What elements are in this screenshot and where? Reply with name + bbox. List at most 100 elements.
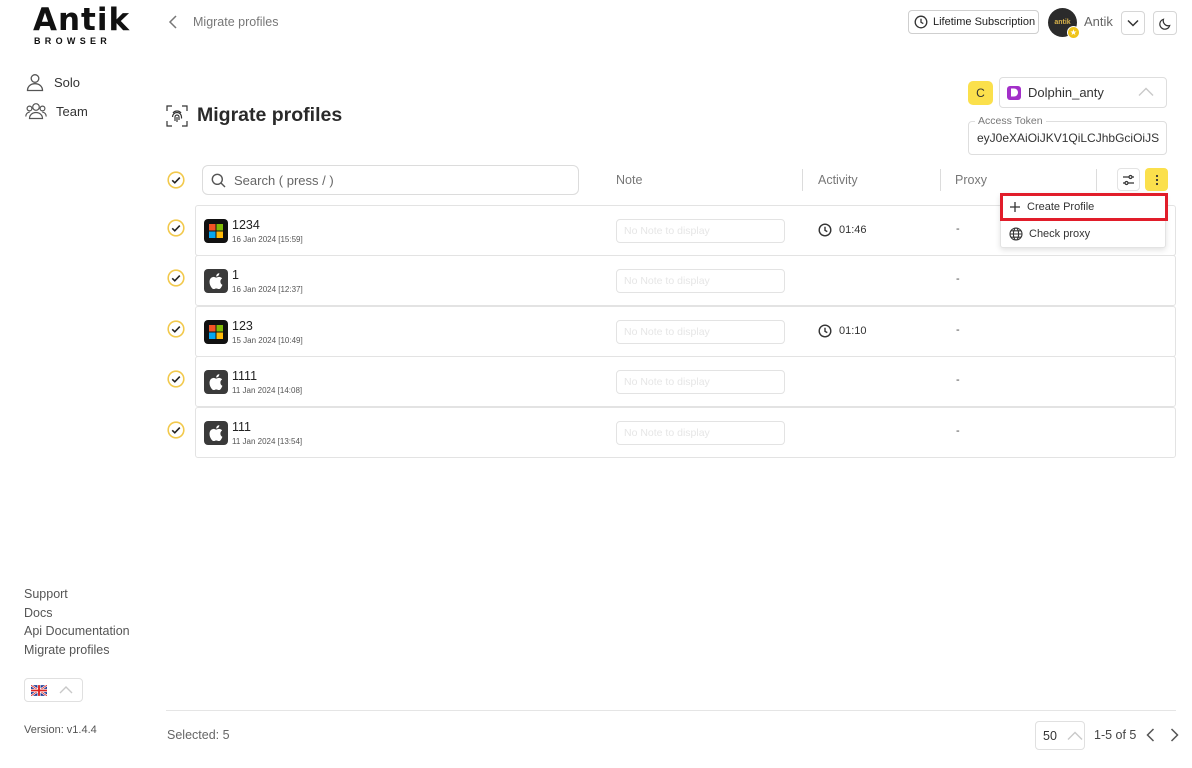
sidebar-item-team[interactable]: Team (25, 100, 88, 122)
crown-badge-icon: ★ (1067, 26, 1080, 39)
activity-cell: 01:46 (818, 223, 867, 237)
note-field[interactable]: No Note to display (616, 320, 785, 344)
docs-link[interactable]: Docs (24, 604, 130, 623)
chevron-left-icon (1145, 728, 1154, 742)
avatar-text: antik (1054, 19, 1071, 26)
access-token-input[interactable] (977, 131, 1161, 145)
dolphin-icon (1007, 85, 1021, 100)
search-icon (211, 173, 226, 187)
support-link[interactable]: Support (24, 585, 130, 604)
api-documentation-link[interactable]: Api Documentation (24, 622, 130, 641)
clock-icon (914, 15, 928, 29)
uk-flag-icon (31, 684, 47, 696)
chevron-left-icon (168, 15, 177, 29)
user-icon (26, 74, 44, 92)
profile-name: 111 (232, 420, 252, 434)
plus-icon (1010, 202, 1020, 212)
table-row[interactable]: 1 16 Jan 2024 [12:37] No Note to display… (195, 255, 1176, 306)
column-header-proxy: Proxy (955, 173, 987, 187)
apple-icon (204, 269, 228, 293)
windows-icon (204, 219, 228, 243)
theme-toggle-button[interactable] (1153, 11, 1177, 35)
sidebar-item-label: Team (56, 103, 88, 119)
back-button[interactable] (165, 13, 181, 31)
row-checkbox[interactable] (167, 269, 185, 287)
avatar[interactable]: antik ★ (1048, 8, 1080, 39)
account-dropdown-button[interactable] (1121, 11, 1145, 35)
proxy-value: - (956, 273, 960, 285)
column-header-activity: Activity (818, 173, 858, 187)
chevron-up-icon (59, 686, 73, 694)
row-checkbox[interactable] (167, 370, 185, 388)
note-field[interactable]: No Note to display (616, 421, 785, 445)
note-field[interactable]: No Note to display (616, 370, 785, 394)
menu-item-label: Check proxy (1029, 228, 1091, 240)
row-checkbox[interactable] (167, 219, 185, 237)
proxy-value: - (956, 324, 960, 336)
activity-cell: 01:10 (818, 324, 867, 338)
previous-page-button[interactable] (1143, 727, 1157, 743)
row-checkbox[interactable] (167, 421, 185, 439)
more-options-menu: Create Profile Check proxy (1000, 193, 1168, 248)
check-proxy-menu-item[interactable]: Check proxy (1001, 221, 1167, 247)
search-input[interactable] (234, 172, 554, 188)
source-select[interactable]: Dolphin_anty (999, 77, 1167, 108)
clock-icon (818, 223, 832, 237)
chevron-up-icon (1067, 731, 1083, 740)
profile-date: 11 Jan 2024 [13:54] (232, 437, 303, 446)
access-token-label: Access Token (975, 115, 1046, 127)
row-checkbox[interactable] (167, 320, 185, 338)
team-icon (25, 103, 47, 120)
note-field[interactable]: No Note to display (616, 219, 785, 243)
proxy-value: - (956, 425, 960, 437)
activity-value: 01:10 (839, 325, 867, 337)
lifetime-subscription-button[interactable]: Lifetime Subscription (908, 10, 1039, 34)
column-header-note: Note (616, 173, 643, 187)
next-page-button[interactable] (1167, 727, 1181, 743)
create-profile-menu-item[interactable]: Create Profile (1000, 193, 1168, 221)
table-row[interactable]: 1111 11 Jan 2024 [14:08] No Note to disp… (195, 356, 1176, 407)
profile-name: 1234 (232, 218, 260, 232)
source-badge[interactable]: C (968, 81, 993, 105)
antik-logo[interactable]: Antik BROWSER (33, 4, 129, 46)
more-options-button[interactable] (1145, 168, 1168, 191)
footer-divider (166, 710, 1176, 711)
column-divider (1096, 169, 1097, 191)
access-token-field[interactable]: Access Token (968, 115, 1167, 155)
profile-name: 123 (232, 319, 253, 333)
pagination-range: 1-5 of 5 (1094, 728, 1137, 742)
proxy-value: - (956, 374, 960, 386)
search-box[interactable] (202, 165, 579, 195)
column-divider (940, 169, 941, 191)
chevron-down-icon (1127, 19, 1139, 27)
profile-name: 1111 (232, 369, 258, 383)
chevron-right-icon (1170, 728, 1179, 742)
sidebar-item-label: Solo (54, 74, 81, 90)
column-divider (802, 169, 803, 191)
globe-icon (1009, 227, 1023, 241)
migrate-profiles-link[interactable]: Migrate profiles (24, 641, 130, 660)
note-field[interactable]: No Note to display (616, 269, 785, 293)
table-row[interactable]: 111 11 Jan 2024 [13:54] No Note to displ… (195, 407, 1176, 458)
sidebar-item-solo[interactable]: Solo (25, 71, 80, 93)
breadcrumb: Migrate profiles (193, 15, 279, 29)
moon-icon (1158, 17, 1171, 30)
table-row[interactable]: 123 15 Jan 2024 [10:49] No Note to displ… (195, 306, 1176, 357)
more-vertical-icon (1155, 174, 1158, 185)
sliders-icon (1123, 174, 1134, 185)
apple-icon (204, 370, 228, 394)
source-select-value: Dolphin_anty (1028, 85, 1104, 100)
column-settings-button[interactable] (1117, 168, 1140, 191)
sidebar: Antik BROWSER Solo Team Support Docs Api… (0, 0, 150, 768)
activity-value: 01:46 (839, 224, 867, 236)
language-select[interactable] (24, 678, 83, 702)
profile-date: 16 Jan 2024 [15:59] (232, 235, 303, 244)
clock-icon (818, 324, 832, 338)
select-all-checkbox[interactable] (167, 171, 185, 189)
chevron-up-icon (1138, 87, 1154, 96)
profile-date: 11 Jan 2024 [14:08] (232, 386, 303, 395)
selected-count: Selected: 5 (167, 728, 230, 742)
per-page-select[interactable]: 50 (1035, 721, 1085, 750)
page-title: Migrate profiles (166, 104, 342, 127)
windows-icon (204, 320, 228, 344)
